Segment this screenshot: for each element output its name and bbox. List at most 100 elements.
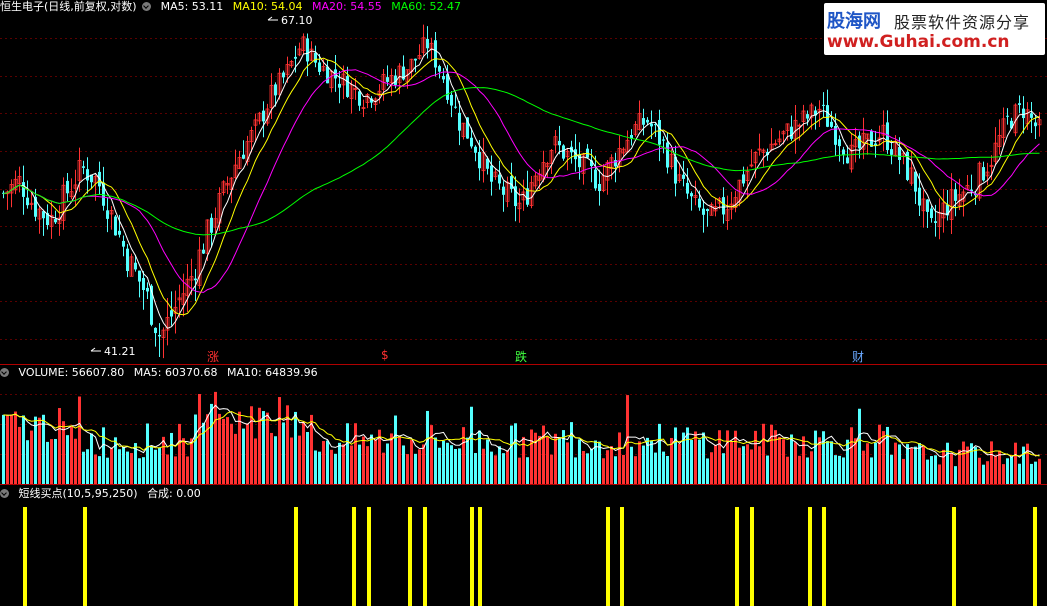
volume-bar [590, 448, 593, 484]
volume-bar [654, 452, 657, 484]
volume-bar [918, 443, 921, 484]
candle-body [438, 66, 441, 72]
candle-body [742, 174, 745, 184]
candle-body [122, 240, 125, 247]
buy-signal-bar [822, 507, 826, 606]
volume-bar [926, 459, 929, 484]
volume-bar [446, 442, 449, 484]
volume-bar [222, 418, 225, 484]
ma10-line [3, 57, 1040, 316]
candle-body [386, 77, 389, 82]
volume-bar [394, 415, 397, 484]
volume-bar [466, 437, 469, 484]
volume-bar [406, 454, 409, 484]
candle-body [598, 183, 601, 192]
buy-signal-bar [367, 507, 371, 606]
volume-bar [870, 457, 873, 484]
signal-rise: 涨 [207, 350, 220, 364]
volume-bar [622, 454, 625, 484]
volume-settings-circle-icon[interactable] [0, 368, 9, 377]
volume-bar [510, 425, 513, 484]
volume-bar [878, 424, 881, 484]
volume-bar [490, 451, 493, 484]
candle-body [118, 230, 121, 235]
candle-body [934, 221, 937, 223]
volume-bar [930, 456, 933, 484]
volume-bar [606, 450, 609, 484]
candle-body [562, 145, 565, 159]
volume-bar [178, 423, 181, 484]
volume-bar [158, 447, 161, 484]
candle-body [662, 139, 665, 141]
volume-bar [798, 455, 801, 484]
watermark-site: 股海网 [827, 11, 881, 32]
volume-bar [730, 442, 733, 484]
candle-body [82, 166, 85, 168]
volume-bar [1002, 464, 1005, 484]
volume-bar [570, 422, 573, 484]
volume-bar [6, 415, 9, 484]
candle-body [1006, 115, 1009, 117]
candle-body [442, 76, 445, 80]
volume-bar [750, 449, 753, 484]
volume-bar [642, 445, 645, 484]
volume-bar [582, 450, 585, 484]
candle-body [502, 186, 505, 195]
candle-body [318, 62, 321, 72]
volume-bar [166, 454, 169, 484]
volume-bar [122, 447, 125, 484]
volume-bar [858, 408, 861, 484]
volume-bar [842, 457, 845, 484]
volume-ma10-value: MA10: 64839.96 [226, 366, 318, 379]
candle-body [282, 72, 285, 78]
buy-signal-bar [808, 507, 812, 606]
volume-bar [334, 453, 337, 484]
volume-bar [358, 444, 361, 484]
candle-body [898, 147, 901, 160]
candle-body [106, 210, 109, 219]
candle-body [870, 130, 873, 147]
volume-bar [258, 407, 261, 484]
volume-bar [502, 453, 505, 484]
volume-bar [38, 417, 41, 484]
volume-bar [162, 436, 165, 484]
indicator-name: 短线买点(10,5,95,250) [18, 487, 138, 500]
ma60-line [3, 86, 1040, 236]
candle-body [26, 197, 29, 206]
volume-bar [10, 414, 13, 484]
low-price-label: 41.21 [104, 345, 136, 358]
candle-body [858, 135, 861, 149]
volume-bar [318, 451, 321, 484]
stock-title[interactable]: 恒生电子(日线,前复权,对数) [0, 0, 137, 13]
volume-bar [794, 442, 797, 484]
volume-bar [30, 430, 33, 484]
volume-bar [986, 461, 989, 484]
volume-bar [238, 411, 241, 484]
ma5-line [3, 48, 1040, 329]
grid-lines [0, 38, 1047, 455]
candle-body [702, 208, 705, 215]
candle-body [642, 118, 645, 125]
volume-bar [298, 435, 301, 484]
volume-bar [694, 431, 697, 484]
volume-bar [74, 438, 77, 484]
volume-bar [78, 396, 81, 484]
candle-body [458, 112, 461, 131]
volume-bar [434, 437, 437, 484]
volume-bar [410, 439, 413, 484]
volume-bar [346, 423, 349, 484]
volume-bar [194, 414, 197, 484]
volume-bar [802, 436, 805, 484]
volume-bar [906, 444, 909, 484]
candle-body [154, 327, 157, 334]
ma5-value: MA5: 53.11 [160, 0, 224, 13]
settings-circle-icon[interactable] [142, 2, 152, 11]
chart-canvas[interactable] [0, 0, 1047, 606]
indicator-settings-circle-icon[interactable] [0, 489, 9, 498]
volume-bar [994, 455, 997, 484]
volume-bar [826, 441, 829, 484]
volume-bar [338, 442, 341, 484]
candle-body [326, 66, 329, 84]
volume-bar [330, 449, 333, 484]
volume-bar [278, 397, 281, 484]
